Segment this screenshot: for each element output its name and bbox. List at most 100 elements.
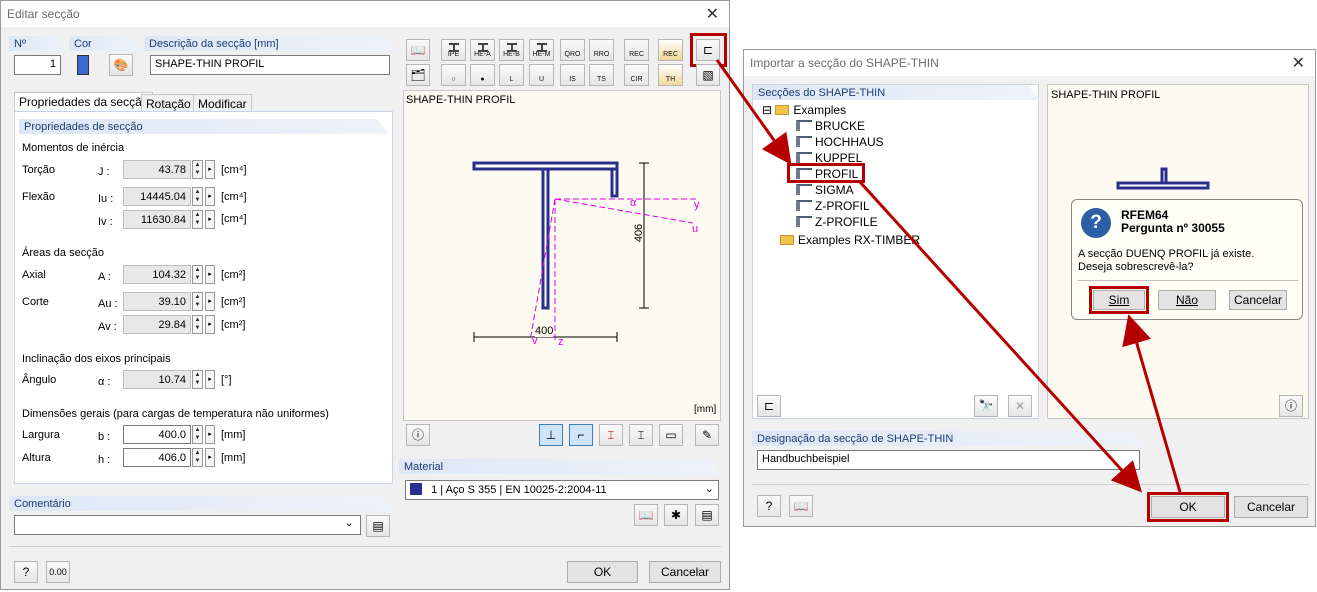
cancel-button[interactable]: Cancelar (649, 561, 721, 583)
torsion-spinner: ▲ ▼ (192, 160, 203, 179)
cancel-button[interactable]: Cancelar (1234, 496, 1308, 518)
close-icon[interactable]: ✕ (1292, 53, 1305, 72)
tab-modify[interactable]: Modificar (193, 94, 252, 112)
tree-item[interactable]: SIGMA (796, 183, 854, 197)
au-value: 39.10 (123, 292, 191, 311)
au-unit: [cm²] (221, 296, 246, 308)
tab-section-properties[interactable]: Propriedades da secção (14, 92, 154, 112)
info-icon[interactable]: ⓘ (1279, 395, 1303, 417)
designation-field[interactable]: Handbuchbeispiel (757, 450, 1140, 470)
is-button[interactable]: IS (560, 64, 585, 86)
section-icon (796, 120, 812, 131)
folder-icon (775, 105, 790, 115)
ipe-button[interactable]: IPE (441, 39, 466, 61)
width-input[interactable]: 400.0 (123, 425, 191, 444)
rd-button[interactable]: ●RD (470, 64, 495, 113)
axis-u-label: u (692, 223, 699, 235)
delete-button[interactable]: ✕ (1008, 395, 1032, 417)
axial-arrow[interactable]: ▸ (205, 265, 215, 284)
help-icon[interactable]: ? (757, 495, 781, 517)
au-spinner: ▲ ▼ (192, 292, 203, 311)
tree-item[interactable]: HOCHHAUS (796, 135, 884, 149)
rec-solid-button[interactable]: REC (658, 39, 683, 61)
chevron-down-icon[interactable]: ⌄ (345, 518, 353, 529)
color-palette-button[interactable]: 🎨 (109, 54, 133, 76)
width-spinner[interactable]: ▲ ▼ (192, 425, 203, 444)
ts-button[interactable]: TS (589, 64, 614, 86)
designation-label: Designação da secção de SHAPE-THIN (752, 431, 1144, 446)
height-spinner[interactable]: ▲ ▼ (192, 448, 203, 467)
tree-root-rx-timber[interactable]: Examples RX-TIMBER (780, 233, 920, 247)
dimensions-header: Dimensões gerais (para cargas de tempera… (22, 408, 329, 420)
shape-thin-highlight (690, 33, 727, 67)
h-symbol: h : (98, 454, 111, 466)
th-button[interactable]: TH (658, 64, 683, 86)
no-button[interactable]: Não (1158, 290, 1216, 310)
chevron-down-icon[interactable]: ⌄ (705, 482, 714, 495)
solid-import-button[interactable]: ▧ (696, 64, 720, 86)
tab-rotation[interactable]: Rotação (141, 94, 196, 112)
l-button[interactable]: L (499, 64, 524, 86)
av-arrow[interactable]: ▸ (205, 315, 215, 334)
browse-button[interactable]: 🔭 (974, 395, 998, 417)
calculator-icon[interactable]: 0.00 (46, 561, 70, 583)
color-swatch[interactable] (77, 55, 89, 75)
material-norm: EN 10025-2:2004-11 (505, 484, 607, 496)
material-select[interactable]: 1 | Aço S 355 | EN 10025-2:2004-11 ⌄ (405, 480, 719, 500)
description-field[interactable]: SHAPE-THIN PROFIL (150, 55, 390, 75)
info-icon[interactable]: ⓘ (406, 424, 430, 446)
view-axes-button[interactable]: ⊥ (539, 424, 563, 446)
settings-icon[interactable]: ✎ (695, 424, 719, 446)
iu-arrow[interactable]: ▸ (205, 187, 215, 206)
iv-unit: [cm⁴] (221, 213, 247, 225)
alpha-spinner: ▲ ▼ (192, 370, 203, 389)
new-material-button[interactable]: ✱ (664, 504, 688, 526)
iv-arrow[interactable]: ▸ (205, 210, 215, 229)
iv-symbol: Iv : (98, 216, 113, 228)
comment-field[interactable] (14, 515, 361, 535)
width-arrow[interactable]: ▸ (205, 425, 215, 444)
cancel-button[interactable]: Cancelar (1229, 290, 1287, 310)
ok-button[interactable]: OK (567, 561, 638, 583)
axis-v-label: v (532, 335, 538, 347)
dimension-button[interactable]: ⌶ (599, 424, 623, 446)
u-button[interactable]: U (529, 64, 554, 86)
heb-button[interactable]: HE-B (499, 39, 524, 61)
av-value: 29.84 (123, 315, 191, 334)
iv-value: 11630.84 (123, 210, 191, 229)
tree-item[interactable]: Z-PROFIL (796, 199, 870, 213)
view-coords-button[interactable]: ⌐ (569, 424, 593, 446)
divider (9, 546, 721, 547)
tree-item[interactable]: Z-PROFILE (796, 215, 878, 229)
description-label: Descrição da secção [mm] (144, 36, 394, 51)
inertia-header: Momentos de inércia (22, 142, 125, 154)
dimension2-button[interactable]: ⌶ (629, 424, 653, 446)
cir-button[interactable]: CIR (624, 64, 649, 86)
library-button[interactable]: 📖 (406, 39, 430, 61)
ro-button[interactable]: ○RO (441, 64, 466, 113)
material-label: Material (399, 459, 721, 474)
shape-thin-icon[interactable]: ⊏ (757, 395, 781, 417)
tree-root-examples[interactable]: ⊟ Examples (762, 103, 846, 117)
au-arrow[interactable]: ▸ (205, 292, 215, 311)
rro-button[interactable]: RRO (589, 39, 614, 61)
height-arrow[interactable]: ▸ (205, 448, 215, 467)
tree-item[interactable]: BRUCKE (796, 119, 865, 133)
section-icon (796, 184, 812, 195)
close-icon[interactable]: ✕ (706, 4, 719, 23)
hem-button[interactable]: HE-M (529, 39, 554, 61)
hea-button[interactable]: HE-A (470, 39, 495, 61)
material-library-button[interactable]: 📖 (634, 504, 658, 526)
comment-library-button[interactable]: ▤ (366, 515, 390, 537)
qro-button[interactable]: QRO (560, 39, 585, 61)
alpha-arrow[interactable]: ▸ (205, 370, 215, 389)
section-number-field[interactable]: 1 (14, 55, 61, 75)
torsion-arrow[interactable]: ▸ (205, 160, 215, 179)
user-library-button[interactable]: 🗂 (406, 64, 430, 86)
height-input[interactable]: 406.0 (123, 448, 191, 467)
rec-button[interactable]: REC (624, 39, 649, 61)
edit-material-button[interactable]: ▤ (695, 504, 719, 526)
print-button[interactable]: ▭ (659, 424, 683, 446)
library-icon[interactable]: 📖 (789, 495, 813, 517)
help-icon[interactable]: ? (14, 561, 38, 583)
